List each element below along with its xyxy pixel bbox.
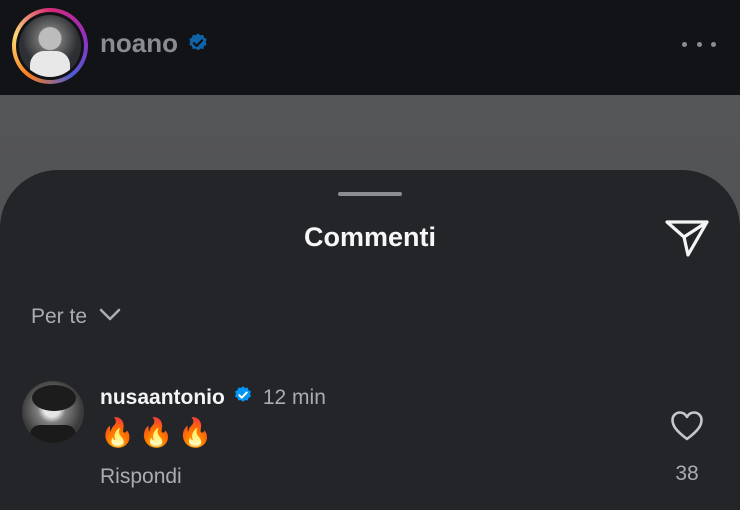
comment-timestamp: 12 min [262,385,326,409]
like-count: 38 [675,462,699,485]
verified-badge-icon [233,385,253,410]
post-username[interactable]: noano [100,28,178,59]
sheet-title: Commenti [303,222,436,252]
comment-username[interactable]: nusaantonio [100,386,225,410]
comment-header: nusaantonio 12 min [100,385,326,410]
sort-label: Per te [31,305,88,328]
sheet-drag-handle[interactable] [338,192,402,196]
comments-sheet: Commenti Per te nusaantonio 12 min 🔥🔥🔥 R… [0,170,740,510]
verified-badge-icon [187,32,209,59]
story-avatar[interactable] [12,8,88,84]
heart-icon[interactable] [670,410,704,447]
comment-sort-dropdown[interactable]: Per te [31,305,121,329]
chevron-down-icon [99,308,121,327]
comment-avatar[interactable] [22,381,84,443]
avatar-image [19,15,81,77]
send-icon[interactable] [664,218,710,263]
reply-button[interactable]: Rispondi [100,465,182,489]
more-options-icon[interactable] [682,36,716,52]
post-header: noano [0,0,740,95]
comment-text: 🔥🔥🔥 [100,416,217,449]
